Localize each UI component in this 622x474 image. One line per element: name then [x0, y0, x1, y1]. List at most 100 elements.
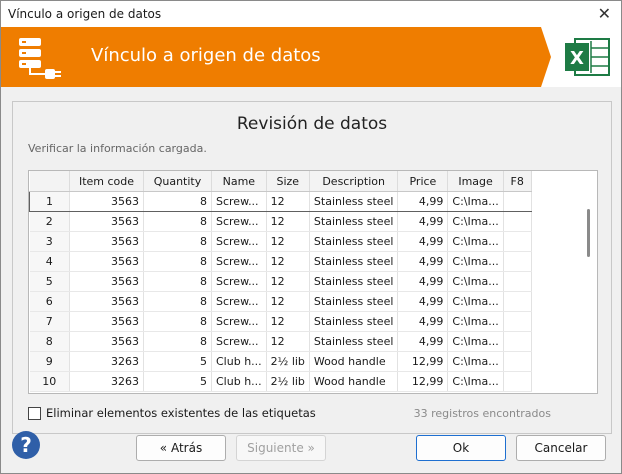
- table-cell: [503, 231, 532, 252]
- table-cell: 3563: [69, 251, 144, 272]
- table-cell: 8: [143, 231, 212, 252]
- svg-text:X: X: [570, 48, 584, 69]
- table-cell: Screw...: [211, 211, 267, 232]
- table-cell: 2½ lib: [266, 371, 310, 392]
- table-cell: [503, 191, 532, 212]
- table-cell: 4,99: [397, 211, 449, 232]
- table-cell: Club h...: [211, 371, 267, 392]
- data-grid[interactable]: Item code Quantity Name Size Description Pric…: [28, 170, 598, 394]
- table-cell: [503, 291, 532, 312]
- column-header-index[interactable]: [29, 171, 70, 192]
- table-cell: 4,99: [397, 191, 449, 212]
- cancel-button[interactable]: Cancelar: [516, 435, 606, 461]
- table-cell: Screw...: [211, 311, 267, 332]
- table-cell: 12: [266, 231, 310, 252]
- table-row[interactable]: 4 3563 8 Screw... 12 Stainless steel 4,99 C:\Im…: [29, 251, 532, 272]
- table-cell: C:\Ima...: [447, 271, 504, 292]
- table-row[interactable]: 10 3263 5 Club h... 2½ lib Wood handle 12,99 C:…: [29, 371, 532, 392]
- table-cell: 8: [143, 271, 212, 292]
- dialog-window: Vínculo a origen de datos ✕ Vínculo a or…: [0, 0, 622, 474]
- review-panel: Revisión de datos Verificar la informaci…: [12, 101, 612, 434]
- table-cell: 12,99: [397, 351, 449, 372]
- column-header[interactable]: Quantity: [143, 171, 212, 192]
- table-row[interactable]: 9 3263 5 Club h... 2½ lib Wood handle 12,99 C:\…: [29, 351, 532, 372]
- table-row[interactable]: 2 3563 8 Screw... 12 Stainless steel 4,99 C:\Im…: [29, 211, 532, 232]
- row-index-cell: 10: [29, 371, 70, 392]
- table-cell: 12: [266, 331, 310, 352]
- table-cell: Screw...: [211, 291, 267, 312]
- table-cell: Screw...: [211, 191, 267, 212]
- column-header[interactable]: F8: [503, 171, 532, 192]
- table-row[interactable]: 5 3563 8 Screw... 12 Stainless steel 4,99 C:\Im…: [29, 271, 532, 292]
- table-header: Item code Quantity Name Size Description Pric…: [29, 171, 532, 192]
- table-cell: 8: [143, 291, 212, 312]
- column-header[interactable]: Image: [447, 171, 504, 192]
- table-cell: 4,99: [397, 271, 449, 292]
- table-cell: Stainless steel: [309, 191, 399, 212]
- table-cell: [503, 331, 532, 352]
- table-cell: 4,99: [397, 251, 449, 272]
- table-cell: 2½ lib: [266, 351, 310, 372]
- table-cell: [503, 271, 532, 292]
- table-cell: Stainless steel: [309, 211, 399, 232]
- table-row[interactable]: 8 3563 8 Screw... 12 Stainless steel 4,99 C:\Im…: [29, 331, 532, 352]
- row-index-cell: 2: [29, 211, 70, 232]
- table-cell: 12: [266, 211, 310, 232]
- column-header[interactable]: Name: [211, 171, 267, 192]
- column-header[interactable]: Item code: [69, 171, 144, 192]
- header-banner: Vínculo a origen de datos X: [1, 27, 621, 87]
- table-cell: 3563: [69, 331, 144, 352]
- table-row[interactable]: 1 3563 8 Screw... 12 Stainless steel 4,99 C:\Im…: [29, 191, 532, 212]
- table-cell: Wood handle: [309, 371, 399, 392]
- table-cell: 12: [266, 311, 310, 332]
- table-cell: 3563: [69, 211, 144, 232]
- table-cell: 3563: [69, 191, 144, 212]
- database-link-icon: [19, 38, 61, 79]
- table-row[interactable]: 3 3563 8 Screw... 12 Stainless steel 4,99 C:\Im…: [29, 231, 532, 252]
- table-cell: 4,99: [397, 291, 449, 312]
- table-cell: Club h...: [211, 351, 267, 372]
- table-cell: C:\Ima...: [447, 231, 504, 252]
- table-cell: Screw...: [211, 251, 267, 272]
- row-index-cell: 4: [29, 251, 70, 272]
- vertical-scrollbar[interactable]: [581, 171, 597, 393]
- close-icon[interactable]: ✕: [598, 4, 611, 23]
- next-button[interactable]: Siguiente »: [236, 435, 326, 461]
- table-cell: 8: [143, 331, 212, 352]
- help-icon[interactable]: ?: [12, 431, 40, 459]
- scroll-thumb[interactable]: [587, 209, 590, 257]
- delete-existing-option[interactable]: Eliminar elementos existentes de las eti…: [28, 406, 316, 420]
- table-cell: Stainless steel: [309, 311, 399, 332]
- record-count: 33 registros encontrados: [413, 407, 551, 420]
- back-button[interactable]: « Atrás: [136, 435, 226, 461]
- table-cell: Stainless steel: [309, 251, 399, 272]
- row-index-cell: 8: [29, 331, 70, 352]
- table-cell: C:\Ima...: [447, 211, 504, 232]
- window-title: Vínculo a origen de datos: [8, 7, 162, 21]
- delete-existing-checkbox[interactable]: [28, 406, 41, 420]
- table-cell: 4,99: [397, 331, 449, 352]
- table-cell: Screw...: [211, 331, 267, 352]
- page-subtitle: Verificar la información cargada.: [28, 142, 207, 155]
- table-cell: 12: [266, 291, 310, 312]
- table-cell: 8: [143, 211, 212, 232]
- table-cell: 3563: [69, 311, 144, 332]
- column-header[interactable]: Price: [397, 171, 449, 192]
- table-row[interactable]: 6 3563 8 Screw... 12 Stainless steel 4,99 C:\Im…: [29, 291, 532, 312]
- table-cell: Wood handle: [309, 351, 399, 372]
- table-cell: Stainless steel: [309, 271, 399, 292]
- table-cell: C:\Ima...: [447, 371, 504, 392]
- table-row[interactable]: 7 3563 8 Screw... 12 Stainless steel 4,99 C:\Im…: [29, 311, 532, 332]
- table-cell: [503, 371, 532, 392]
- row-index-cell: 5: [29, 271, 70, 292]
- column-header[interactable]: Size: [266, 171, 310, 192]
- column-header[interactable]: Description: [309, 171, 399, 192]
- table-cell: 4,99: [397, 311, 449, 332]
- table-cell: 12: [266, 251, 310, 272]
- table-cell: C:\Ima...: [447, 351, 504, 372]
- ok-button[interactable]: Ok: [416, 435, 506, 461]
- table-cell: C:\Ima...: [447, 331, 504, 352]
- table-cell: Stainless steel: [309, 291, 399, 312]
- row-index-cell: 9: [29, 351, 70, 372]
- table-cell: 8: [143, 251, 212, 272]
